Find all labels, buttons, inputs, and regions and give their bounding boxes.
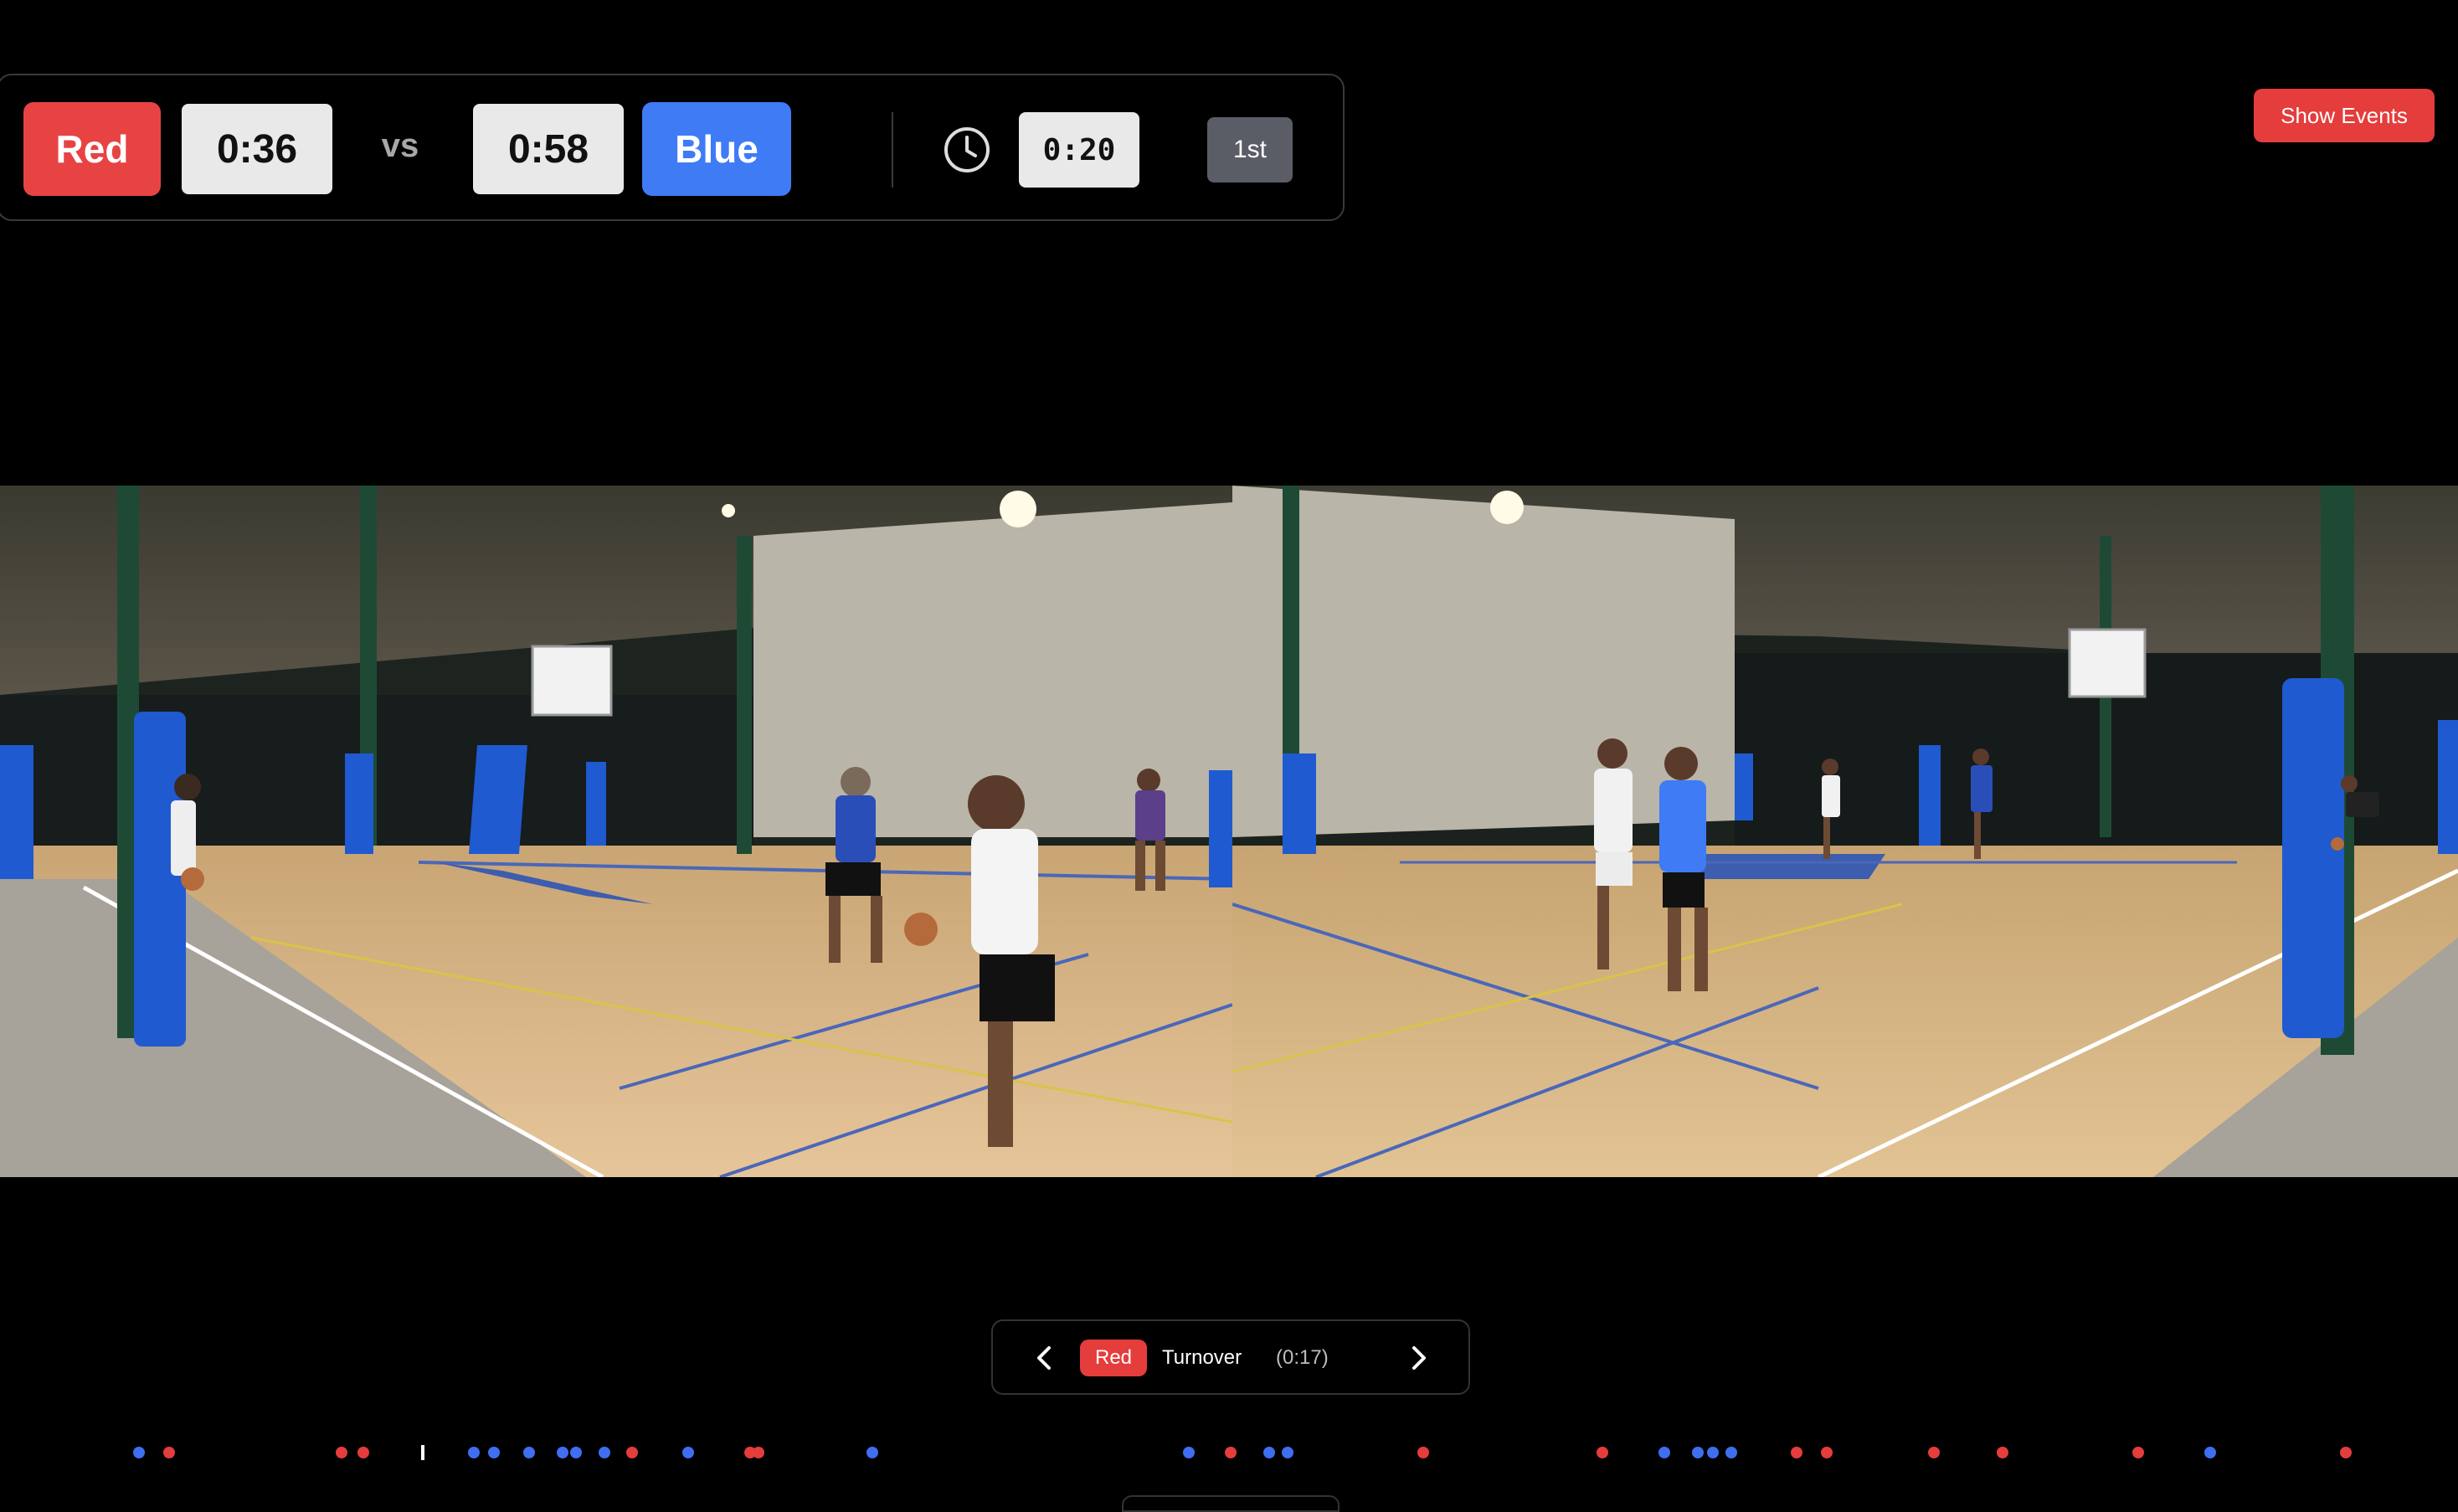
timeline-marker-blue[interactable] — [1692, 1447, 1704, 1458]
timeline-marker-red[interactable] — [1225, 1447, 1237, 1458]
timeline-marker-blue[interactable] — [1658, 1447, 1670, 1458]
timeline-marker-red[interactable] — [1597, 1447, 1608, 1458]
timeline-marker-blue[interactable] — [866, 1447, 878, 1458]
away-team-button[interactable]: Blue — [642, 102, 791, 196]
camera-view-right[interactable] — [1232, 486, 2458, 1177]
event-time-label: (0:17) — [1276, 1346, 1329, 1369]
timeline-marker-blue[interactable] — [2204, 1447, 2216, 1458]
timeline-marker-blue[interactable] — [133, 1447, 145, 1458]
event-timeline[interactable] — [0, 1438, 2458, 1468]
timeline-marker-blue[interactable] — [599, 1447, 610, 1458]
timeline-marker-red[interactable] — [1791, 1447, 1802, 1458]
vs-label: vs — [381, 127, 419, 164]
timeline-marker-red[interactable] — [2340, 1447, 2352, 1458]
court-image-right — [1232, 486, 2458, 1177]
timeline-marker-blue[interactable] — [1183, 1447, 1195, 1458]
home-team-button[interactable]: Red — [23, 102, 161, 196]
event-team-badge: Red — [1080, 1340, 1147, 1376]
camera-view-left[interactable] — [0, 486, 1232, 1177]
scoreboard-divider — [892, 112, 893, 188]
timeline-marker-blue[interactable] — [1707, 1447, 1719, 1458]
timeline-marker-blue[interactable] — [682, 1447, 694, 1458]
timeline-marker-red[interactable] — [163, 1447, 175, 1458]
timeline-marker-red[interactable] — [357, 1447, 369, 1458]
timeline-marker-red[interactable] — [1997, 1447, 2008, 1458]
timeline-marker-blue[interactable] — [1725, 1447, 1737, 1458]
drawer-handle[interactable] — [1122, 1495, 1340, 1512]
timeline-marker-red[interactable] — [336, 1447, 347, 1458]
timeline-marker-blue[interactable] — [1263, 1447, 1275, 1458]
scoreboard: Red 0:36 vs 0:58 Blue 0:20 1st — [0, 74, 1345, 221]
timeline-marker-blue[interactable] — [523, 1447, 535, 1458]
timeline-marker-red[interactable] — [753, 1447, 764, 1458]
period-button[interactable]: 1st — [1207, 117, 1293, 183]
chevron-right-icon[interactable] — [1400, 1340, 1437, 1376]
timeline-marker-red[interactable] — [626, 1447, 638, 1458]
video-area — [0, 486, 2458, 1177]
timeline-playhead[interactable] — [421, 1445, 424, 1460]
timeline-marker-blue[interactable] — [468, 1447, 480, 1458]
court-image-left — [0, 486, 1232, 1177]
chevron-left-icon[interactable] — [1026, 1340, 1063, 1376]
event-type-label: Turnover — [1162, 1346, 1242, 1369]
event-navigator: Red Turnover (0:17) — [991, 1319, 1470, 1395]
home-score[interactable]: 0:36 — [182, 104, 332, 194]
timeline-marker-blue[interactable] — [1282, 1447, 1293, 1458]
timeline-marker-blue[interactable] — [488, 1447, 500, 1458]
timeline-marker-red[interactable] — [1928, 1447, 1940, 1458]
timeline-marker-blue[interactable] — [557, 1447, 568, 1458]
timeline-marker-red[interactable] — [1821, 1447, 1833, 1458]
away-score[interactable]: 0:58 — [473, 104, 624, 194]
timeline-marker-red[interactable] — [1417, 1447, 1429, 1458]
clock-icon — [944, 127, 990, 172]
timeline-marker-blue[interactable] — [570, 1447, 582, 1458]
timeline-marker-red[interactable] — [2132, 1447, 2144, 1458]
show-events-button[interactable]: Show Events — [2254, 89, 2435, 142]
game-timer[interactable]: 0:20 — [1019, 112, 1139, 188]
